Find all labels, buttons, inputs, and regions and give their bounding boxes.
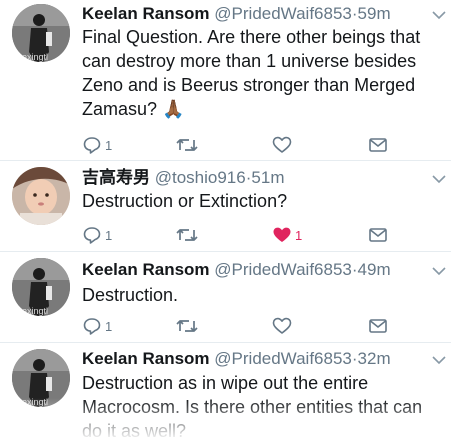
tweet-header: 吉高寿男 @toshio916·51m: [82, 168, 284, 188]
message-button[interactable]: [368, 134, 388, 156]
tweet-actions: 1 1: [82, 224, 392, 248]
timestamp[interactable]: 59m: [358, 4, 391, 23]
bottom-fade: [0, 398, 451, 437]
chevron-down-icon[interactable]: [432, 355, 446, 365]
tweet-header: Keelan Ransom @PridedWaif6853·32m: [82, 349, 391, 369]
heart-icon: [272, 136, 292, 153]
svg-text:exingtl: exingtl: [22, 306, 48, 316]
envelope-icon: [369, 138, 387, 152]
tweet[interactable]: exingtl Keelan Ransom @PridedWaif6853·49…: [0, 252, 451, 342]
chevron-down-icon[interactable]: [432, 174, 446, 184]
baby-photo-avatar-icon: [12, 167, 70, 225]
reply-icon: [83, 227, 101, 244]
reply-count: 1: [105, 137, 113, 153]
tweet-text: Destruction or Extinction?: [82, 191, 288, 211]
display-name[interactable]: 吉高寿男: [82, 168, 150, 187]
tweet[interactable]: exingtl Keelan Ransom @PridedWaif6853·59…: [0, 0, 451, 160]
retweet-icon: [176, 229, 198, 241]
display-name[interactable]: Keelan Ransom: [82, 4, 210, 23]
retweet-button[interactable]: [176, 315, 198, 337]
timestamp[interactable]: 51m: [251, 168, 284, 187]
envelope-icon: [369, 228, 387, 242]
bw-person-avatar-icon: exingtl: [12, 4, 70, 62]
retweet-button[interactable]: [176, 134, 198, 156]
tweet-text: Final Question. Are there other beings t…: [82, 27, 421, 119]
like-count: 1: [295, 227, 303, 243]
display-name[interactable]: Keelan Ransom: [82, 349, 210, 368]
tweet-text: Destruction.: [82, 285, 179, 305]
reply-count: 1: [105, 318, 113, 334]
chevron-down-icon[interactable]: [432, 266, 446, 276]
avatar[interactable]: exingtl: [12, 258, 70, 316]
reply-button[interactable]: 1: [82, 224, 112, 246]
retweet-icon: [176, 139, 198, 151]
like-button[interactable]: [272, 134, 292, 156]
like-button[interactable]: 1: [272, 224, 302, 246]
tweet-actions: 1: [82, 134, 392, 158]
user-handle[interactable]: @toshio916: [155, 168, 246, 187]
timestamp[interactable]: 49m: [358, 260, 391, 279]
svg-text:exingtl: exingtl: [22, 52, 48, 62]
reply-button[interactable]: 1: [82, 134, 112, 156]
like-button[interactable]: [272, 315, 292, 337]
reply-button[interactable]: 1: [82, 315, 112, 337]
heart-icon: [272, 317, 292, 334]
display-name[interactable]: Keelan Ransom: [82, 260, 210, 279]
message-button[interactable]: [368, 224, 388, 246]
tweet-actions: 1: [82, 315, 392, 339]
chevron-down-icon[interactable]: [432, 10, 446, 20]
retweet-button[interactable]: [176, 224, 198, 246]
retweet-icon: [176, 320, 198, 332]
user-handle[interactable]: @PridedWaif6853: [214, 4, 352, 23]
reply-icon: [83, 137, 101, 154]
user-handle[interactable]: @PridedWaif6853: [214, 349, 352, 368]
tweet[interactable]: 吉高寿男 @toshio916·51m Destruction or Extin…: [0, 161, 451, 251]
tweet-header: Keelan Ransom @PridedWaif6853·59m: [82, 4, 391, 24]
timestamp[interactable]: 32m: [358, 349, 391, 368]
envelope-icon: [369, 319, 387, 333]
heart-filled-icon: [273, 227, 291, 242]
reply-icon: [83, 318, 101, 335]
reply-count: 1: [105, 227, 113, 243]
avatar[interactable]: [12, 167, 70, 225]
user-handle[interactable]: @PridedWaif6853: [214, 260, 352, 279]
message-button[interactable]: [368, 315, 388, 337]
avatar[interactable]: exingtl: [12, 4, 70, 62]
bw-person-avatar-icon: exingtl: [12, 258, 70, 316]
tweet-header: Keelan Ransom @PridedWaif6853·49m: [82, 260, 391, 280]
